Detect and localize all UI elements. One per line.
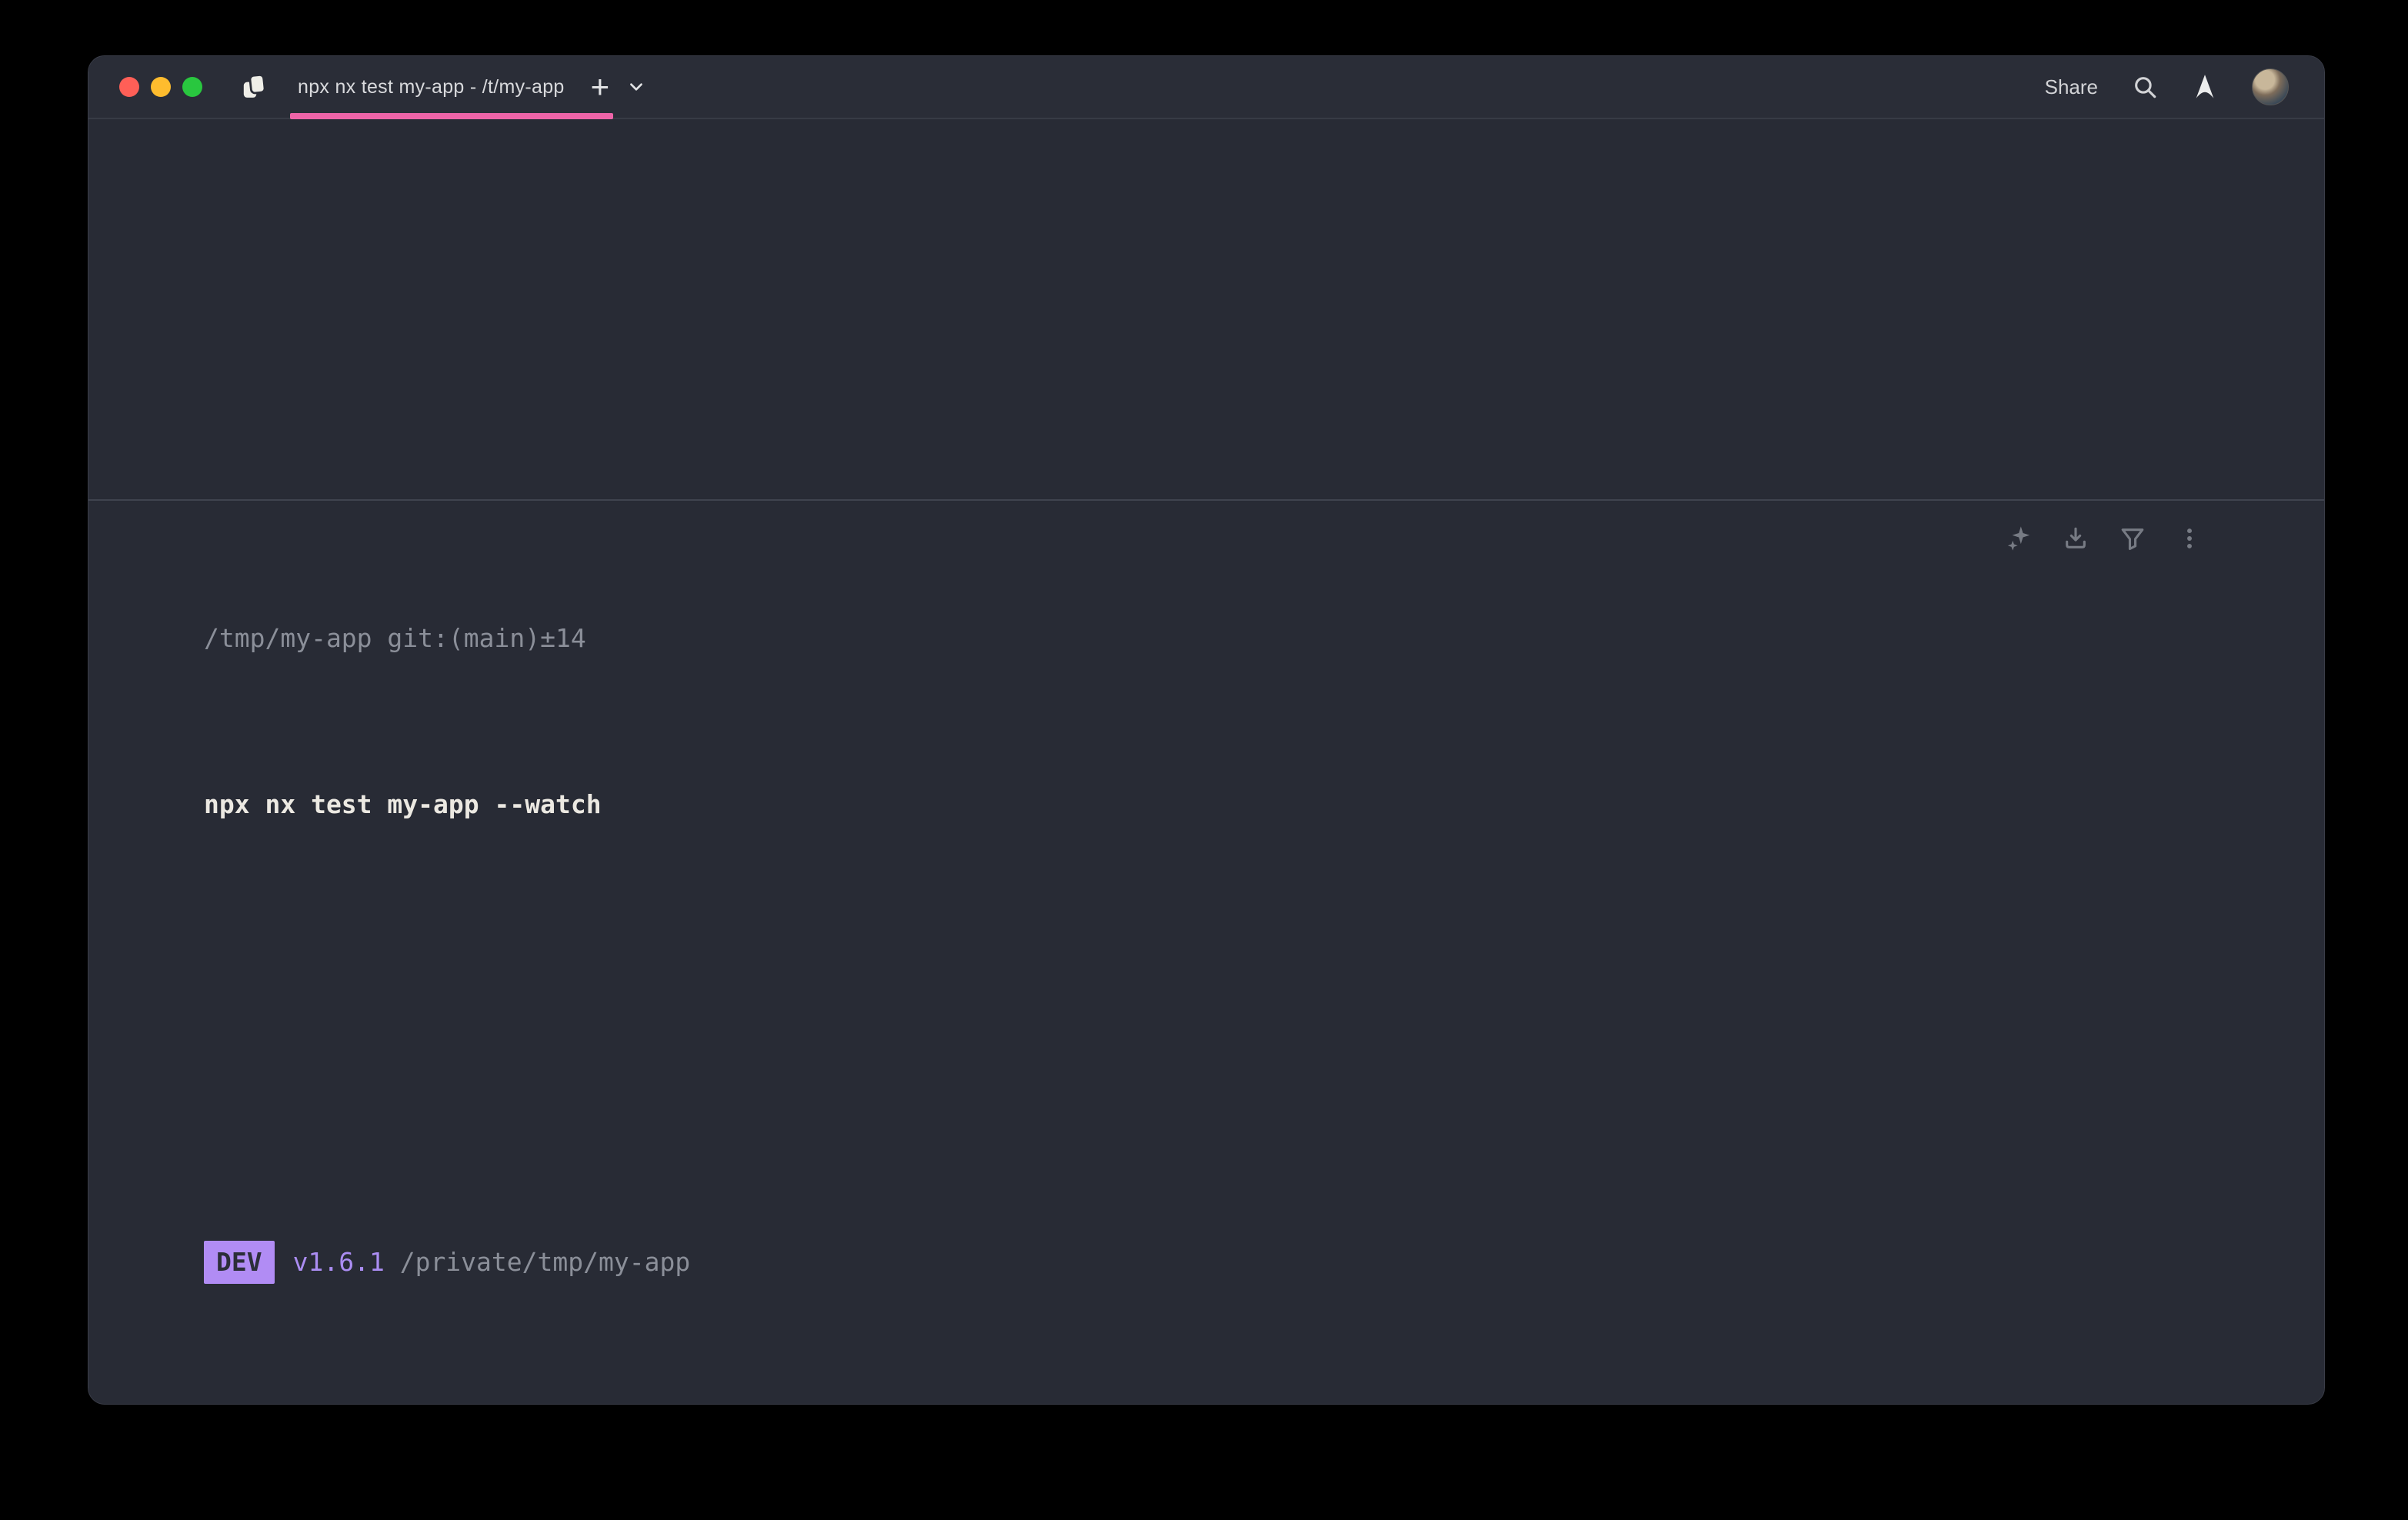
tab-pages-icon — [241, 72, 270, 102]
vite-dev-line: DEV v1.6.1 /private/tmp/my-app — [204, 1241, 2278, 1282]
shell-prompt: /tmp/my-app git:(main)±14 — [204, 618, 2278, 659]
avatar[interactable] — [2252, 68, 2289, 105]
sparkles-ai-icon[interactable] — [2006, 525, 2032, 552]
block-toolbar — [2006, 525, 2203, 552]
maximize-window-button[interactable] — [182, 77, 202, 97]
traffic-lights — [119, 77, 202, 97]
command-text[interactable]: npx nx test my-app --watch — [204, 784, 2278, 825]
minimize-window-button[interactable] — [151, 77, 171, 97]
new-tab-button[interactable]: + — [591, 71, 610, 103]
terminal-scrollback — [88, 119, 2324, 499]
search-icon[interactable] — [2132, 74, 2158, 100]
vite-cwd: /private/tmp/my-app — [400, 1247, 691, 1277]
filter-icon[interactable] — [2120, 525, 2146, 552]
kebab-menu-icon[interactable] — [2176, 525, 2203, 552]
warp-logo-icon[interactable] — [2192, 74, 2218, 100]
command-block: /tmp/my-app git:(main)±14 npx nx test my… — [88, 499, 2324, 1402]
tab-title: npx nx test my-app - /t/my-app — [298, 76, 565, 98]
vite-version: v1.6.1 — [293, 1247, 385, 1277]
active-tab[interactable]: npx nx test my-app - /t/my-app — [241, 56, 565, 118]
dev-badge: DEV — [204, 1241, 275, 1284]
terminal-window: npx nx test my-app - /t/my-app + Share — [88, 55, 2325, 1405]
share-button[interactable]: Share — [2045, 75, 2098, 99]
active-tab-underline — [290, 113, 613, 119]
download-icon[interactable] — [2063, 525, 2089, 552]
titlebar: npx nx test my-app - /t/my-app + Share — [88, 56, 2324, 119]
chevron-down-icon[interactable] — [628, 78, 645, 95]
close-window-button[interactable] — [119, 77, 139, 97]
